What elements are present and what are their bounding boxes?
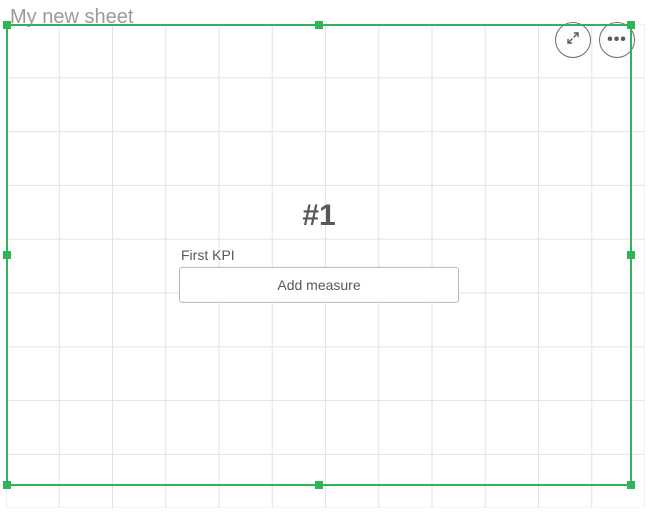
kpi-placeholder: #1 First KPI Add measure (179, 199, 459, 303)
resize-handle-top-right[interactable] (627, 21, 635, 29)
object-index-tag: #1 (179, 199, 459, 233)
resize-handle-bottom-right[interactable] (627, 481, 635, 489)
resize-handle-bottom-left[interactable] (3, 481, 11, 489)
add-measure-button-label: Add measure (277, 277, 360, 293)
add-measure-button[interactable]: Add measure (179, 267, 459, 303)
resize-handle-top[interactable] (315, 21, 323, 29)
resize-handle-bottom[interactable] (315, 481, 323, 489)
selected-object-frame[interactable]: #1 First KPI Add measure (6, 24, 632, 486)
first-kpi-label: First KPI (181, 247, 459, 263)
resize-handle-left[interactable] (3, 251, 11, 259)
resize-handle-right[interactable] (627, 251, 635, 259)
resize-handle-top-left[interactable] (3, 21, 11, 29)
